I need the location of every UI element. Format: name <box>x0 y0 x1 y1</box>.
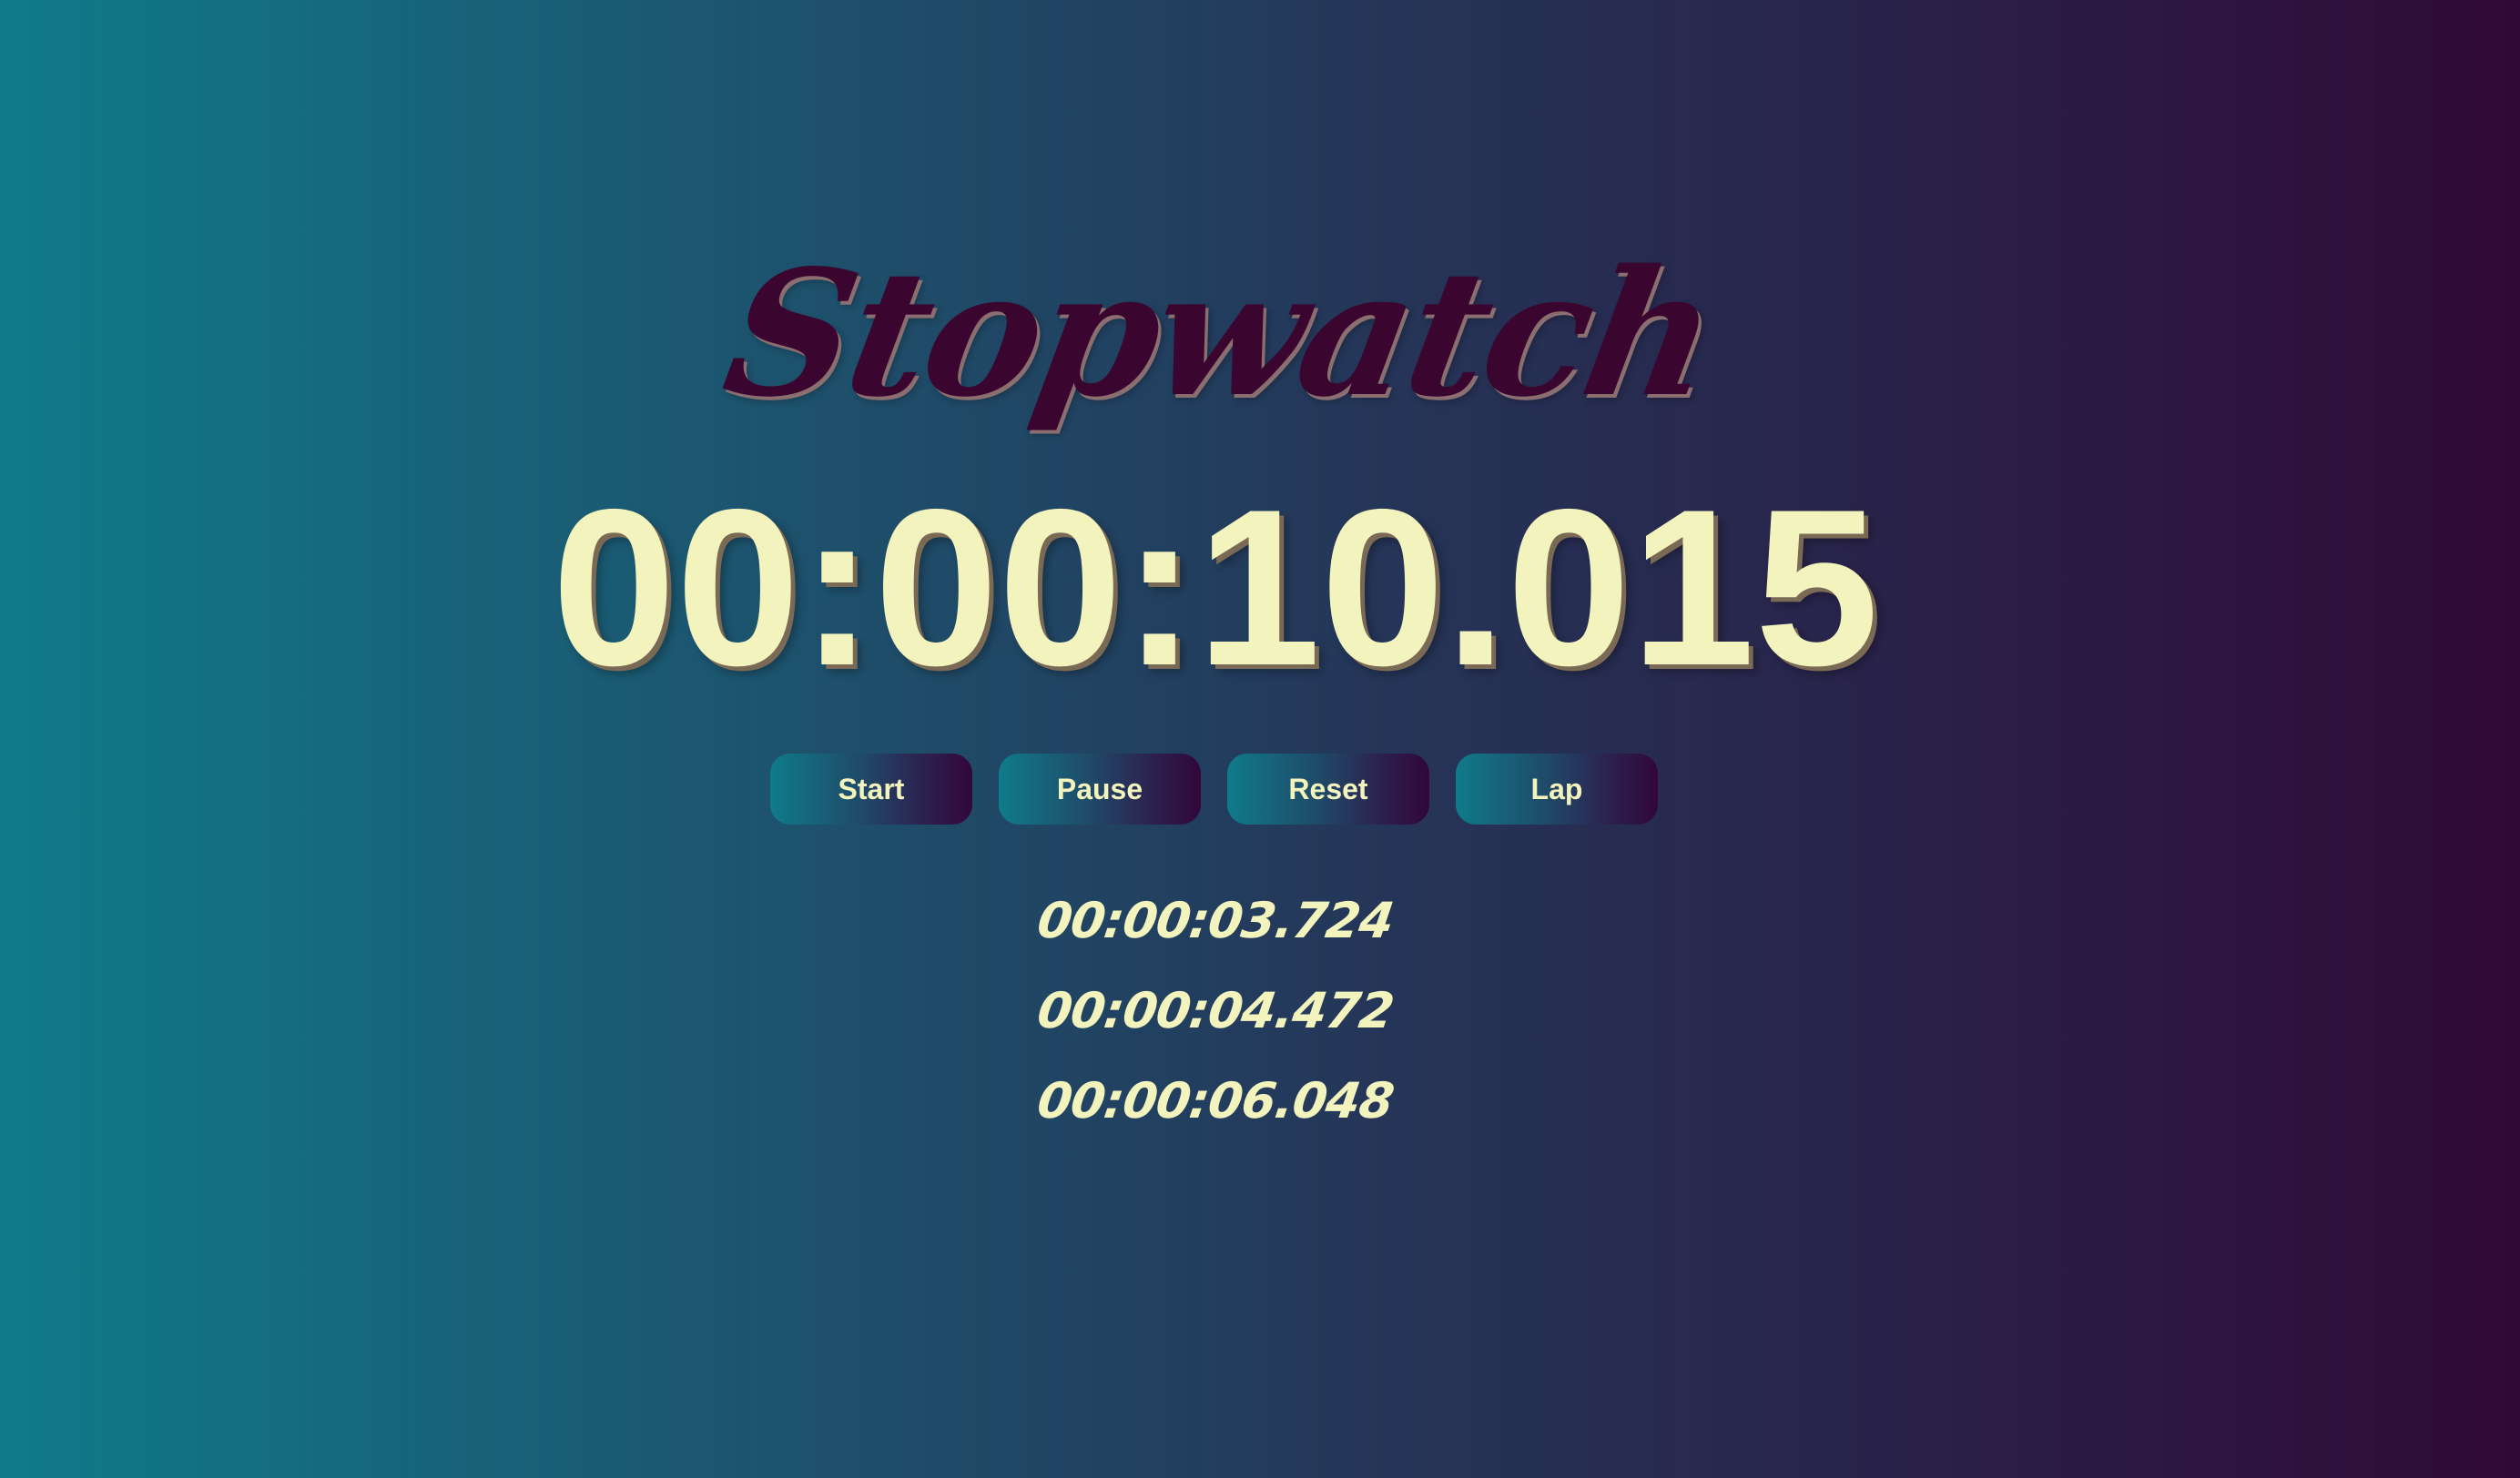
page-title: Stopwatch <box>712 232 1729 436</box>
start-button[interactable]: Start <box>770 754 972 825</box>
lap-item: 00:00:03.724 <box>1033 892 1397 949</box>
lap-button[interactable]: Lap <box>1456 754 1658 825</box>
pause-button[interactable]: Pause <box>999 754 1201 825</box>
reset-button[interactable]: Reset <box>1227 754 1429 825</box>
lap-item: 00:00:04.472 <box>1033 982 1397 1039</box>
timer-display: 00:00:10.015 <box>552 462 1879 712</box>
lap-item: 00:00:06.048 <box>1033 1072 1397 1129</box>
control-buttons: Start Pause Reset Lap <box>770 754 1658 825</box>
lap-list: 00:00:03.724 00:00:04.472 00:00:06.048 <box>0 876 2431 1146</box>
